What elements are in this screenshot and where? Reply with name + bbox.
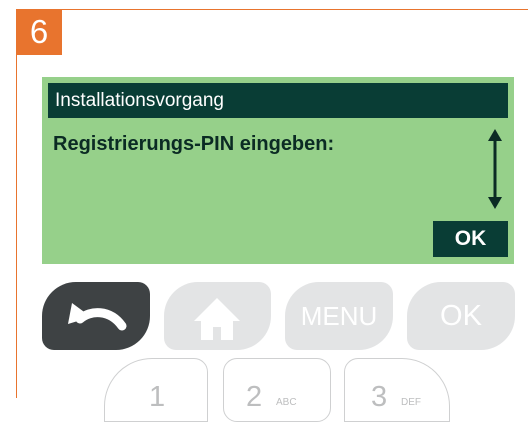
ok-button[interactable]: OK bbox=[407, 282, 515, 350]
key-1[interactable]: 1 bbox=[104, 358, 208, 422]
pin-prompt: Registrierungs-PIN eingeben: bbox=[53, 133, 335, 155]
home-icon bbox=[194, 298, 240, 340]
frame-top-border bbox=[16, 9, 528, 10]
step-number-badge: 6 bbox=[16, 9, 62, 55]
device-display: Installationsvorgang Registrierungs-PIN … bbox=[42, 77, 514, 264]
back-button[interactable] bbox=[42, 282, 150, 350]
scroll-updown-icon bbox=[488, 129, 502, 209]
key-2[interactable]: 2 ABC bbox=[223, 358, 331, 422]
display-title-bar: Installationsvorgang bbox=[48, 83, 508, 118]
key-letters: DEF bbox=[401, 397, 421, 408]
home-button[interactable] bbox=[164, 282, 271, 350]
key-letters: ABC bbox=[276, 397, 297, 408]
ok-softkey[interactable]: OK bbox=[433, 221, 508, 257]
menu-button[interactable]: MENU bbox=[285, 282, 393, 350]
key-3[interactable]: 3 DEF bbox=[344, 358, 450, 422]
frame-left-border bbox=[16, 9, 17, 398]
back-arrow-icon bbox=[68, 303, 127, 331]
